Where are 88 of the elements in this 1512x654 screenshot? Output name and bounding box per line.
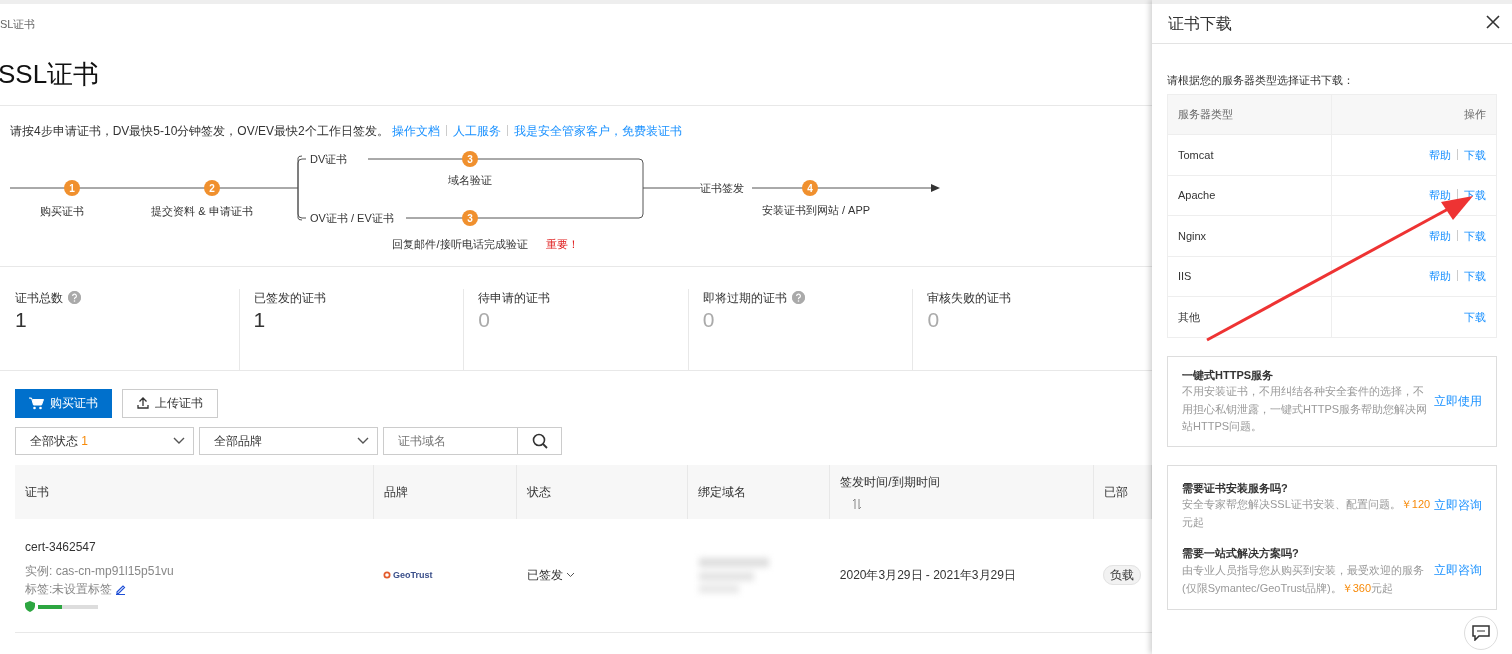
column-header: 绑定域名 <box>687 464 830 519</box>
column-header: 证书 <box>15 464 373 519</box>
search-field[interactable]: 证书域名 <box>383 426 518 455</box>
caret-icon <box>357 436 369 445</box>
card-title: 需要一站式解决方案吗? <box>1182 546 1300 562</box>
column-header: 已部 <box>1093 464 1152 519</box>
server-name: Apache <box>1167 175 1332 216</box>
help-icon <box>68 291 81 304</box>
stat-value: 0 <box>478 306 491 332</box>
column-header: 签发时间/到期时间 <box>829 464 1094 519</box>
column-header: 状态 <box>516 464 688 519</box>
help-link[interactable]: 操作文档 <box>392 123 441 138</box>
caret-icon <box>565 572 575 579</box>
stat-label: 审核失败的证书 <box>927 289 1012 307</box>
step-label: 购买证书 <box>40 204 84 217</box>
cart-icon <box>29 396 44 410</box>
tag-label: 标签:未设置标签 <box>25 581 113 599</box>
edit-icon[interactable] <box>115 583 127 595</box>
breadcrumb[interactable]: SL证书 <box>0 4 1152 33</box>
stat-label: 即将过期的证书 <box>702 289 787 307</box>
card-text: 安全专家帮您解决SSL证书安装、配置问题。￥120 元起 <box>1182 497 1431 530</box>
server-name: IIS <box>1167 256 1332 297</box>
download-link[interactable]: 下载 <box>1464 148 1486 161</box>
server-name: Nginx <box>1167 215 1332 256</box>
upload-icon <box>137 397 149 409</box>
step-number-badge: 4 <box>802 179 818 196</box>
search-icon <box>531 432 548 449</box>
search-button[interactable] <box>518 426 562 455</box>
consult-link[interactable]: 立即咨询 <box>1434 561 1482 598</box>
step-label: 域名验证 <box>448 173 492 186</box>
branch-label: DV证书 <box>310 152 348 165</box>
deployment-tag: 负载 <box>1103 565 1142 586</box>
step-number-badge: 2 <box>204 179 220 196</box>
step-number-badge: 3 <box>462 209 478 226</box>
server-name: 其他 <box>1167 296 1332 337</box>
use-link[interactable]: 立即使用 <box>1434 392 1482 411</box>
warning-label: 重要！ <box>545 237 579 250</box>
card-title: 一键式HTTPS服务 <box>1182 367 1275 383</box>
consult-link[interactable]: 立即咨询 <box>1434 495 1482 532</box>
step-label: 安装证书到网站 / APP <box>761 203 871 216</box>
caret-icon <box>173 436 185 445</box>
card-text: 由专业人员指导您从购买到安装，最受欢迎的服务(仅限Symantec/GeoTrust品牌)。￥360元起 <box>1182 562 1425 596</box>
page-title: SSL证书 <box>0 57 101 91</box>
server-name: Tomcat <box>1167 134 1332 175</box>
download-link[interactable]: 下载 <box>1464 229 1486 242</box>
column-header: 服务器类型 <box>1167 94 1332 135</box>
drawer-title: 证书下载 <box>1168 14 1232 34</box>
help-link[interactable]: 人工服务 <box>453 123 502 138</box>
brand-logo: GeoTrust <box>383 568 433 582</box>
step-label: 回复邮件/接听电话完成验证 <box>392 237 528 250</box>
stat-value: 0 <box>927 306 941 332</box>
status-dropdown[interactable]: 全部状态 1 <box>15 426 194 455</box>
card-text: 不用安装证书，不用纠结各种安全套件的选择，不用担心私钥泄露，一键式HTTPS服务帮助您解决网站HTTPS问题。 <box>1182 384 1429 435</box>
sort-icon[interactable] <box>852 497 863 510</box>
stat-label: 证书总数 <box>15 289 63 307</box>
buy-button[interactable]: 购买证书 <box>15 388 112 418</box>
step-label: 证书签发 <box>700 181 744 194</box>
column-header: 品牌 <box>373 464 517 519</box>
help-link[interactable]: 帮助 <box>1429 270 1451 282</box>
step-number-badge: 1 <box>64 179 80 196</box>
intro-text: 请按4步申请证书，DV最快5-10分钟签发，OV/EV最快2个工作日签发。 <box>10 123 389 138</box>
stat-value: 1 <box>15 306 28 332</box>
brand-dropdown[interactable]: 全部品牌 <box>199 426 378 455</box>
stat-value: 0 <box>702 306 716 332</box>
column-header: 操作 <box>1331 94 1497 135</box>
help-link[interactable]: 我是安全管家客户，免费装证书 <box>514 123 683 138</box>
step-label: 提交资料 & 申请证书 <box>151 204 253 217</box>
date-range: 2020年3月29日 - 2021年3月29日 <box>839 568 1016 583</box>
status-dropdown[interactable]: 已签发 <box>526 566 575 585</box>
instance-id: 实例: cas-cn-mp91l15p51vu <box>25 563 175 581</box>
stat-value: 1 <box>253 306 267 332</box>
close-button[interactable] <box>1486 12 1500 30</box>
download-link[interactable]: 下载 <box>1464 310 1486 323</box>
stat-label: 待申请的证书 <box>478 289 551 307</box>
download-link[interactable]: 下载 <box>1464 270 1486 282</box>
help-link[interactable]: 帮助 <box>1429 189 1451 201</box>
help-link[interactable]: 帮助 <box>1429 148 1451 161</box>
step-number-badge: 3 <box>462 150 478 167</box>
shield-icon <box>25 601 35 613</box>
card-title: 需要证书安装服务吗? <box>1182 480 1289 496</box>
help-icon <box>791 291 805 304</box>
stat-label: 已签发的证书 <box>253 289 326 307</box>
cert-name[interactable]: cert-3462547 <box>25 538 363 557</box>
branch-label: OV证书 / EV证书 <box>310 211 394 224</box>
help-link[interactable]: 帮助 <box>1429 229 1451 242</box>
chat-icon <box>1472 625 1490 641</box>
upload-button[interactable]: 上传证书 <box>122 388 218 418</box>
prompt-text: 请根据您的服务器类型选择证书下载： <box>1167 73 1355 88</box>
